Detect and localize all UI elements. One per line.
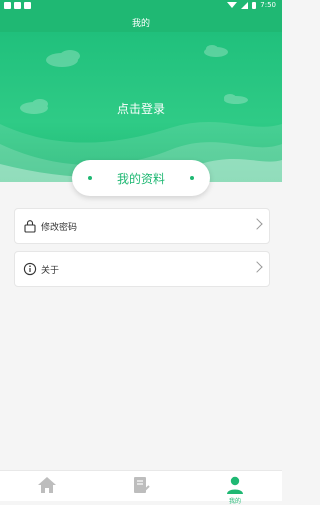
- wifi-icon: [227, 2, 238, 8]
- decor-dot-icon: [190, 176, 194, 180]
- profile-label: 我的资料: [116, 171, 165, 186]
- chevron-right-icon: [251, 261, 263, 273]
- home-icon: [38, 477, 56, 493]
- user-icon: [227, 476, 243, 494]
- notification-icon: [14, 2, 21, 9]
- change-password-item[interactable]: 修改密码: [14, 208, 270, 244]
- tab-tasks[interactable]: [94, 471, 188, 496]
- login-button[interactable]: 点击登录: [0, 100, 282, 117]
- lock-icon: [23, 219, 37, 233]
- chevron-right-icon: [251, 218, 263, 230]
- notification-icon: [4, 2, 11, 9]
- status-bar: 7:50: [0, 0, 282, 12]
- about-item[interactable]: 关于: [14, 251, 270, 287]
- tab-home[interactable]: [0, 471, 94, 496]
- profile-button[interactable]: 我的资料: [72, 160, 210, 196]
- menu-item-label: 关于: [41, 265, 60, 276]
- info-icon: [23, 262, 37, 276]
- signal-icon: [241, 1, 249, 9]
- status-time: 7:50: [260, 1, 276, 9]
- tab-label: 我的: [228, 498, 241, 505]
- notification-icon: [24, 2, 31, 9]
- page-title: 我的: [131, 18, 150, 29]
- battery-icon: [252, 1, 257, 9]
- document-check-icon: [134, 477, 150, 493]
- menu-item-label: 修改密码: [41, 222, 78, 233]
- decor-dot-icon: [88, 176, 92, 180]
- bottom-tab-bar: 我的: [0, 470, 282, 505]
- title-bar: 我的: [0, 12, 282, 32]
